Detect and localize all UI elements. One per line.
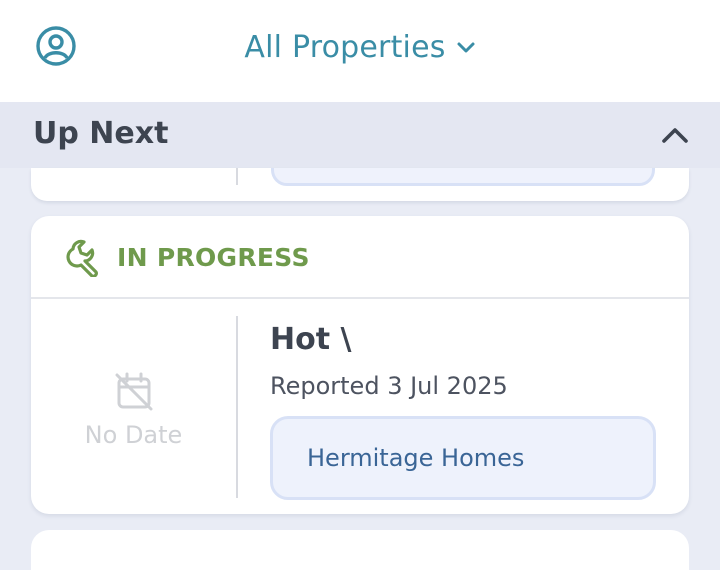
status-label: IN PROGRESS xyxy=(117,242,310,272)
card-divider xyxy=(236,168,238,185)
property-filter-label: All Properties xyxy=(244,29,446,65)
up-next-section: Up Next IN PROGRESS No Date Hot \ Report… xyxy=(0,102,720,570)
status-row: IN PROGRESS xyxy=(31,216,689,298)
top-bar: All Properties xyxy=(0,0,720,102)
next-job-card[interactable] xyxy=(31,530,689,570)
calendar-off-icon xyxy=(115,372,152,410)
job-card[interactable]: IN PROGRESS No Date Hot \ Reported 3 Jul… xyxy=(31,216,689,514)
section-title: Up Next xyxy=(33,116,169,151)
wrench-icon xyxy=(66,239,98,277)
property-filter-dropdown[interactable]: All Properties xyxy=(0,26,720,68)
chevron-down-icon xyxy=(457,42,475,53)
reported-date: Reported 3 Jul 2025 xyxy=(270,372,508,400)
date-column: No Date xyxy=(31,299,236,514)
chevron-up-icon xyxy=(662,128,688,143)
property-chip[interactable]: Hermitage Homes xyxy=(270,416,656,500)
previous-job-card[interactable] xyxy=(31,168,689,201)
card-divider xyxy=(236,316,238,498)
property-chip[interactable] xyxy=(271,168,655,186)
date-label: No Date xyxy=(84,420,183,449)
collapse-button[interactable] xyxy=(660,120,690,150)
property-name: Hermitage Homes xyxy=(307,444,525,472)
job-title: Hot \ xyxy=(270,322,352,357)
section-header[interactable]: Up Next xyxy=(0,102,720,168)
